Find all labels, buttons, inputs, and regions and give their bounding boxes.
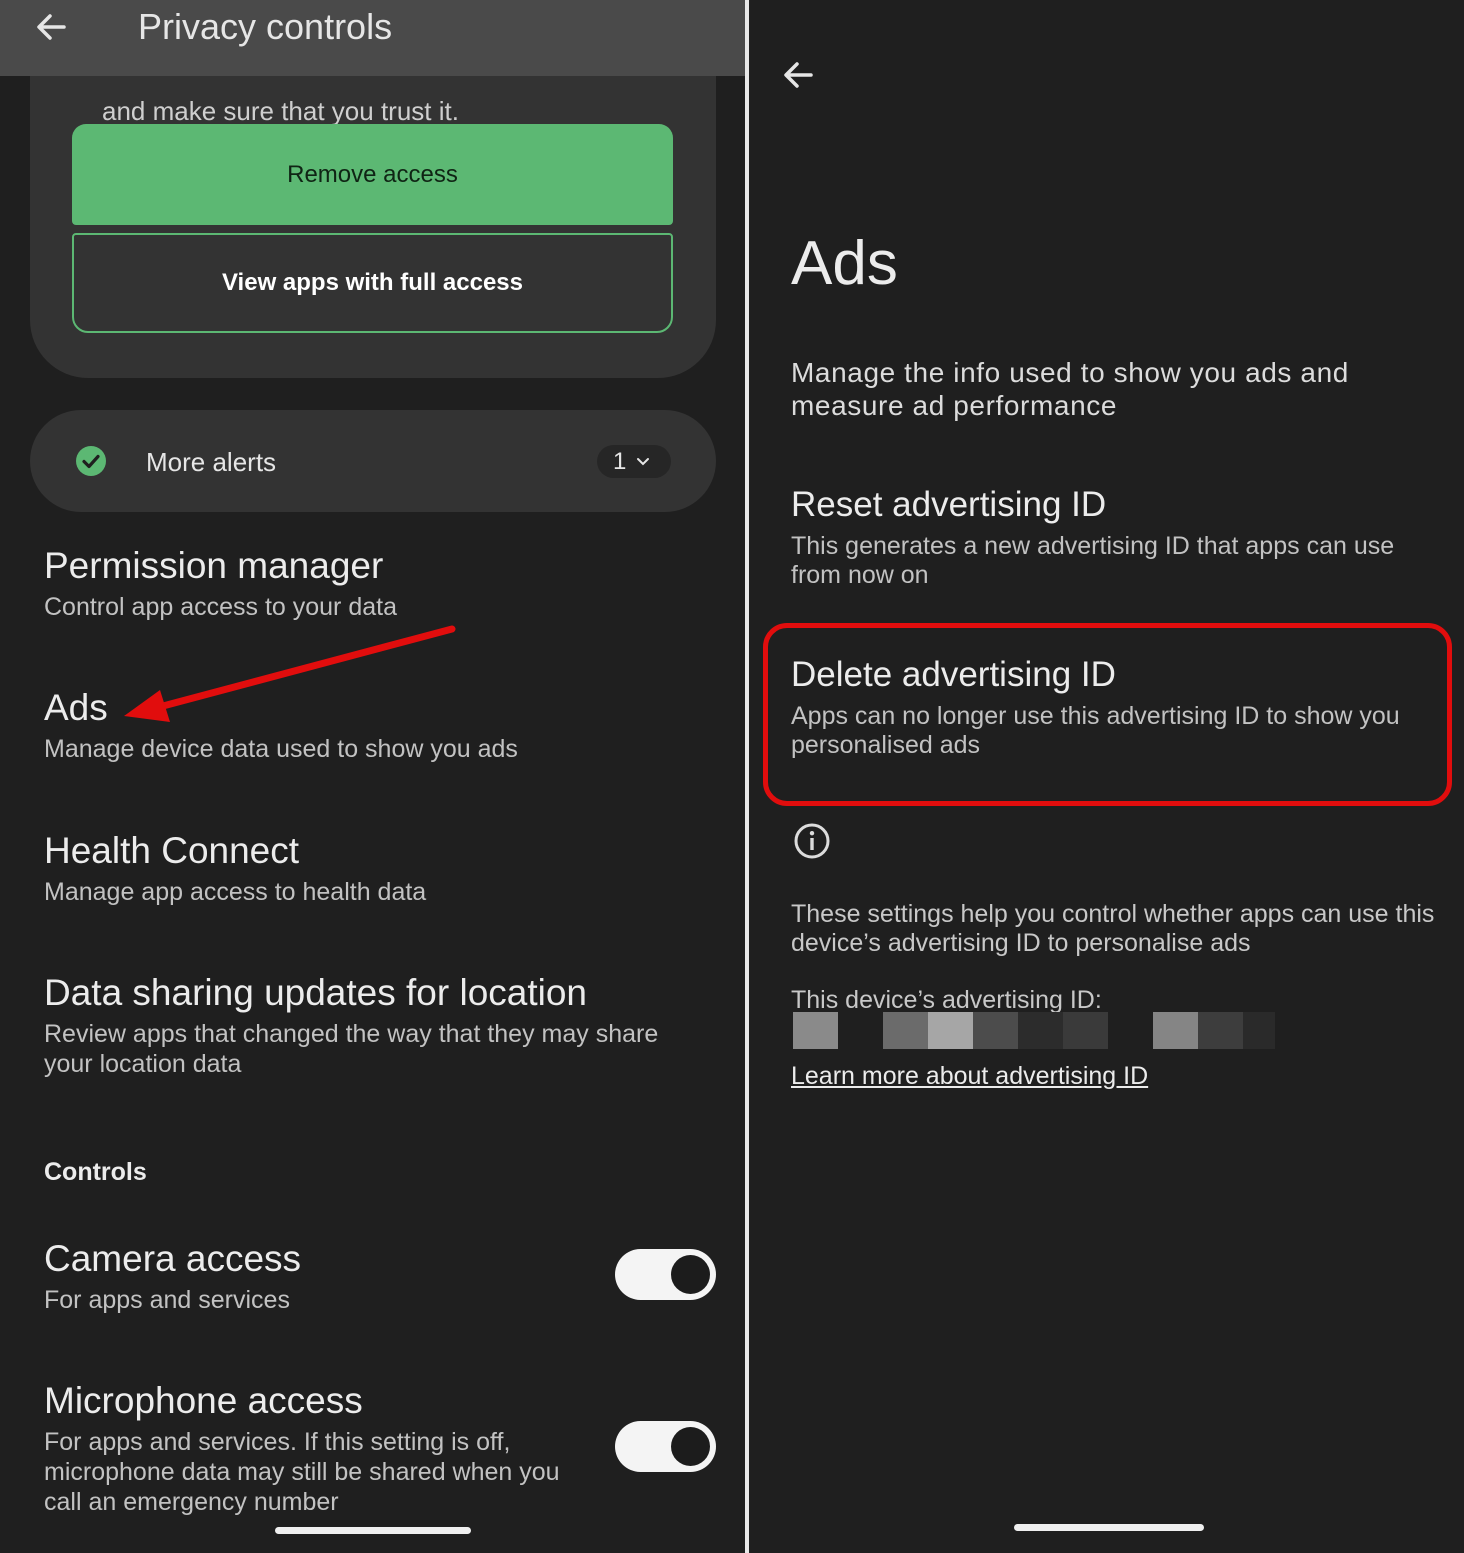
screenshot-composite: and make sure that you trust it. Remove …: [0, 0, 1464, 1553]
data-sharing-updates-item[interactable]: Data sharing updates for location Review…: [44, 971, 684, 1079]
item-title: Camera access: [44, 1238, 302, 1279]
permission-manager-item[interactable]: Permission manager Control app access to…: [44, 544, 397, 622]
back-arrow-icon[interactable]: [781, 58, 815, 92]
item-subtitle: This generates a new advertising ID that…: [791, 532, 1395, 589]
toggle-knob: [671, 1255, 710, 1294]
alerts-count: 1: [613, 447, 627, 475]
alerts-count-badge[interactable]: 1: [597, 445, 671, 478]
item-title: Ads: [44, 687, 108, 728]
advertising-id-footnote: These settings help you control whether …: [791, 900, 1435, 957]
advertising-id-value-pixelated: [793, 1012, 1275, 1049]
camera-access-toggle[interactable]: [615, 1249, 716, 1300]
item-title: Permission manager: [44, 545, 384, 586]
red-highlight-box: [763, 623, 1452, 806]
item-subtitle: Review apps that changed the way that th…: [44, 1020, 659, 1078]
gesture-nav-handle[interactable]: [275, 1527, 471, 1534]
controls-section-label: Controls: [44, 1158, 147, 1186]
camera-access-item[interactable]: Camera access For apps and services: [44, 1237, 604, 1315]
item-subtitle: Manage device data used to show you ads: [44, 735, 518, 763]
health-connect-item[interactable]: Health Connect Manage app access to heal…: [44, 829, 426, 907]
check-circle-icon: [76, 446, 106, 476]
gesture-nav-handle[interactable]: [1014, 1524, 1204, 1531]
back-arrow-icon[interactable]: [34, 10, 68, 44]
item-title: Microphone access: [44, 1380, 363, 1421]
advertising-id-label: This device’s advertising ID:: [791, 986, 1102, 1014]
microphone-access-toggle[interactable]: [615, 1421, 716, 1472]
more-alerts-label: More alerts: [146, 447, 277, 477]
page-description: Manage the info used to show you ads and…: [791, 357, 1349, 421]
more-alerts-row[interactable]: More alerts 1: [30, 410, 716, 512]
toggle-knob: [671, 1427, 710, 1466]
top-app-bar: Privacy controls: [0, 0, 745, 76]
page-title: Ads: [791, 229, 898, 298]
item-subtitle: Manage app access to health data: [44, 878, 427, 906]
item-title: Data sharing updates for location: [44, 972, 588, 1013]
item-subtitle: Control app access to your data: [44, 593, 397, 621]
item-title: Health Connect: [44, 830, 300, 871]
item-subtitle: For apps and services: [44, 1286, 290, 1314]
remove-access-button[interactable]: Remove access: [72, 124, 673, 225]
learn-more-link[interactable]: Learn more about advertising ID: [791, 1062, 1148, 1091]
privacy-controls-screen: and make sure that you trust it. Remove …: [0, 0, 745, 1553]
item-title: Reset advertising ID: [791, 485, 1107, 524]
view-apps-full-access-button[interactable]: View apps with full access: [72, 233, 673, 333]
ads-screen: Ads Manage the info used to show you ads…: [749, 0, 1464, 1553]
info-icon: [793, 822, 831, 860]
page-title: Privacy controls: [138, 6, 393, 47]
item-subtitle: For apps and services. If this setting i…: [44, 1428, 560, 1516]
chevron-down-icon: [637, 457, 650, 465]
ads-item[interactable]: Ads Manage device data used to show you …: [44, 686, 518, 764]
card-partial-text: and make sure that you trust it.: [102, 96, 459, 126]
microphone-access-item[interactable]: Microphone access For apps and services.…: [44, 1379, 589, 1517]
reset-advertising-id-item[interactable]: Reset advertising ID This generates a ne…: [791, 484, 1451, 590]
